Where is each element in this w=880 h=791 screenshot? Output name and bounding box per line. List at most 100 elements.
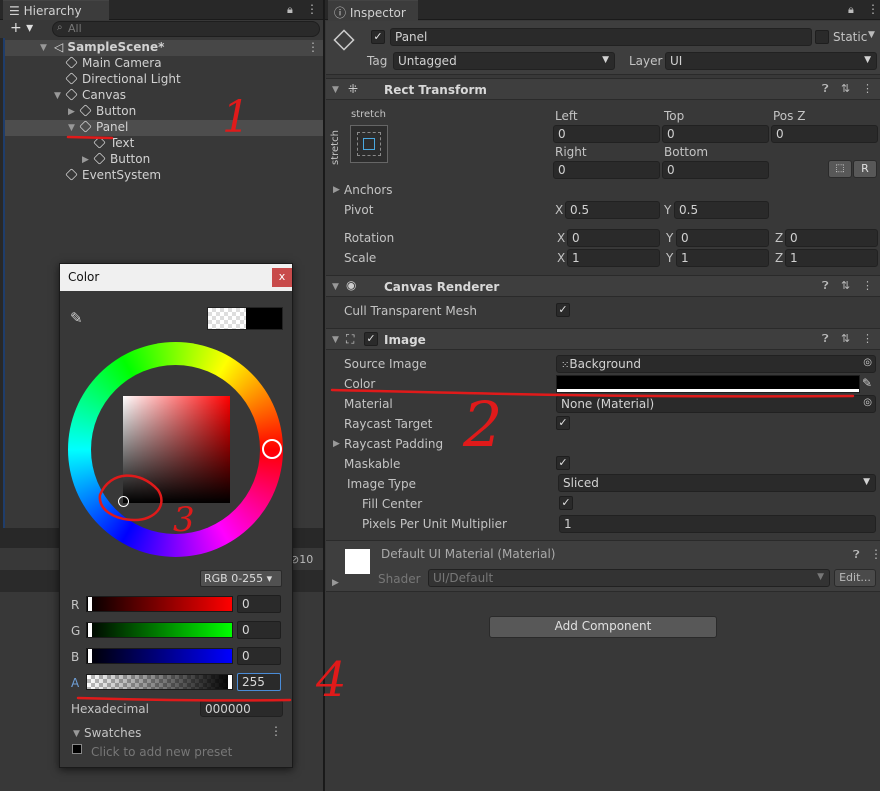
maskable-checkbox[interactable]: ✓ [556, 456, 570, 470]
r-slider[interactable] [86, 596, 233, 612]
list-item[interactable]: Main Camera [65, 56, 162, 70]
static-checkbox[interactable] [815, 30, 829, 44]
anchor-preset-button[interactable] [350, 125, 388, 163]
list-item[interactable]: Text [93, 136, 134, 150]
g-slider[interactable] [86, 622, 233, 638]
expand-arrow-icon[interactable]: ▼ [68, 123, 75, 133]
slider-handle[interactable] [228, 675, 232, 689]
material-field[interactable]: None (Material) ◎ [556, 395, 876, 413]
scene-item[interactable]: ◁ SampleScene* [54, 40, 164, 54]
selected-row[interactable] [5, 120, 323, 136]
r-input[interactable]: 0 [237, 595, 281, 613]
left-input[interactable]: 0 [553, 125, 660, 143]
raycast-padding-foldout[interactable]: Raycast Padding [344, 437, 443, 451]
image-enabled-checkbox[interactable]: ✓ [364, 332, 378, 346]
collapse-arrow-icon[interactable]: ▶ [68, 107, 75, 117]
expand-arrow-icon[interactable]: ▼ [40, 43, 47, 53]
collapse-arrow-icon[interactable]: ▶ [333, 185, 340, 195]
hierarchy-tab[interactable]: ☰ Hierarchy [3, 0, 109, 21]
collapse-arrow-icon[interactable]: ▶ [333, 439, 340, 449]
hue-handle[interactable] [262, 439, 282, 459]
add-component-button[interactable]: Add Component [489, 616, 717, 638]
scene-menu-icon[interactable]: ⋮ [307, 40, 319, 54]
color-swatch-field[interactable] [556, 375, 860, 393]
right-input[interactable]: 0 [553, 161, 660, 179]
slider-handle[interactable] [88, 597, 92, 611]
eyedropper-icon[interactable]: ✎ [862, 376, 872, 390]
a-input[interactable]: 255 [237, 673, 281, 691]
canvas-renderer-header[interactable]: ▼ ◉ Canvas Renderer ❓︎ ⇅ ⋮ [326, 275, 880, 297]
a-slider[interactable] [86, 674, 233, 690]
search-input[interactable]: ⌕ All [52, 21, 320, 37]
preset-icon[interactable]: ⇅ [841, 332, 850, 345]
eyedropper-icon[interactable]: ✎ [70, 309, 83, 327]
g-input[interactable]: 0 [237, 621, 281, 639]
inspector-tab[interactable]: ⓘ Inspector [328, 0, 418, 21]
rotation-y-input[interactable]: 0 [676, 229, 769, 247]
layer-dropdown[interactable]: UI ▼ [665, 52, 877, 70]
scale-y-input[interactable]: 1 [676, 249, 769, 267]
component-menu-icon[interactable]: ⋮ [870, 547, 880, 561]
expand-arrow-icon[interactable]: ▼ [73, 729, 80, 739]
rect-transform-header[interactable]: ▼ ⁜ Rect Transform ❓︎ ⇅ ⋮ [326, 78, 880, 100]
help-icon[interactable]: ❓︎ [822, 82, 829, 96]
object-picker-icon[interactable]: ◎ [863, 357, 872, 368]
help-icon[interactable]: ❓︎ [822, 332, 829, 346]
pivot-y-input[interactable]: 0.5 [674, 201, 769, 219]
collapse-arrow-icon[interactable]: ▶ [332, 578, 339, 588]
ppu-input[interactable]: 1 [559, 515, 876, 533]
list-item-panel[interactable]: Panel [79, 120, 128, 134]
anchors-foldout[interactable]: Anchors [344, 183, 393, 197]
list-item[interactable]: Button [79, 104, 136, 118]
object-name-input[interactable]: Panel [390, 28, 812, 46]
fill-center-checkbox[interactable]: ✓ [559, 496, 573, 510]
rotation-z-input[interactable]: 0 [785, 229, 878, 247]
lock-icon[interactable]: 🔒︎ [848, 3, 854, 17]
list-item[interactable]: EventSystem [65, 168, 161, 182]
add-button[interactable]: + ▾ [10, 20, 33, 36]
edit-shader-button[interactable]: Edit... [834, 569, 876, 587]
more-options-icon[interactable]: ⋮ [867, 2, 879, 16]
color-mode-dropdown[interactable]: RGB 0-255 ▾ [200, 570, 282, 587]
posz-input[interactable]: 0 [771, 125, 878, 143]
b-slider[interactable] [86, 648, 233, 664]
collapse-arrow-icon[interactable]: ▶ [82, 155, 89, 165]
image-header[interactable]: ▼ ⛶ ✓ Image ❓︎ ⇅ ⋮ [326, 328, 880, 350]
component-menu-icon[interactable]: ⋮ [862, 279, 873, 292]
pivot-x-input[interactable]: 0.5 [565, 201, 660, 219]
add-preset-hint[interactable]: Click to add new preset [91, 745, 232, 759]
b-input[interactable]: 0 [237, 647, 281, 665]
list-item[interactable]: Directional Light [65, 72, 181, 86]
slider-handle[interactable] [88, 649, 92, 663]
slider-handle[interactable] [88, 623, 92, 637]
scale-x-input[interactable]: 1 [567, 249, 660, 267]
more-options-icon[interactable]: ⋮ [306, 2, 318, 16]
component-menu-icon[interactable]: ⋮ [862, 82, 873, 95]
help-icon[interactable]: ❓︎ [853, 548, 860, 562]
expand-arrow-icon[interactable]: ▼ [54, 91, 61, 101]
saturation-value-square[interactable] [123, 396, 230, 503]
component-menu-icon[interactable]: ⋮ [862, 332, 873, 345]
preset-icon[interactable]: ⇅ [841, 279, 850, 292]
list-item[interactable]: Canvas [65, 88, 126, 102]
close-button[interactable]: x [272, 268, 292, 287]
source-image-field[interactable]: ⁙Background ◎ [556, 355, 876, 373]
raycast-target-checkbox[interactable]: ✓ [556, 416, 570, 430]
top-input[interactable]: 0 [662, 125, 769, 143]
shader-dropdown[interactable]: UI/Default ▼ [428, 569, 830, 587]
swatches-menu-icon[interactable]: ⋮ [270, 724, 282, 738]
tag-dropdown[interactable]: Untagged ▼ [393, 52, 615, 70]
active-checkbox[interactable]: ✓ [371, 30, 385, 44]
scale-z-input[interactable]: 1 [785, 249, 878, 267]
preset-icon[interactable]: ⇅ [841, 82, 850, 95]
hex-input[interactable]: 000000 [200, 700, 283, 717]
static-dropdown-icon[interactable]: ▼ [868, 30, 875, 40]
list-item[interactable]: Button [93, 152, 150, 166]
rotation-x-input[interactable]: 0 [567, 229, 660, 247]
cull-checkbox[interactable]: ✓ [556, 303, 570, 317]
help-icon[interactable]: ❓︎ [822, 279, 829, 293]
object-picker-icon[interactable]: ◎ [863, 397, 872, 408]
raw-edit-button[interactable]: R [853, 160, 877, 178]
image-type-dropdown[interactable]: Sliced ▼ [558, 474, 876, 492]
preset-swatch[interactable] [72, 744, 82, 754]
